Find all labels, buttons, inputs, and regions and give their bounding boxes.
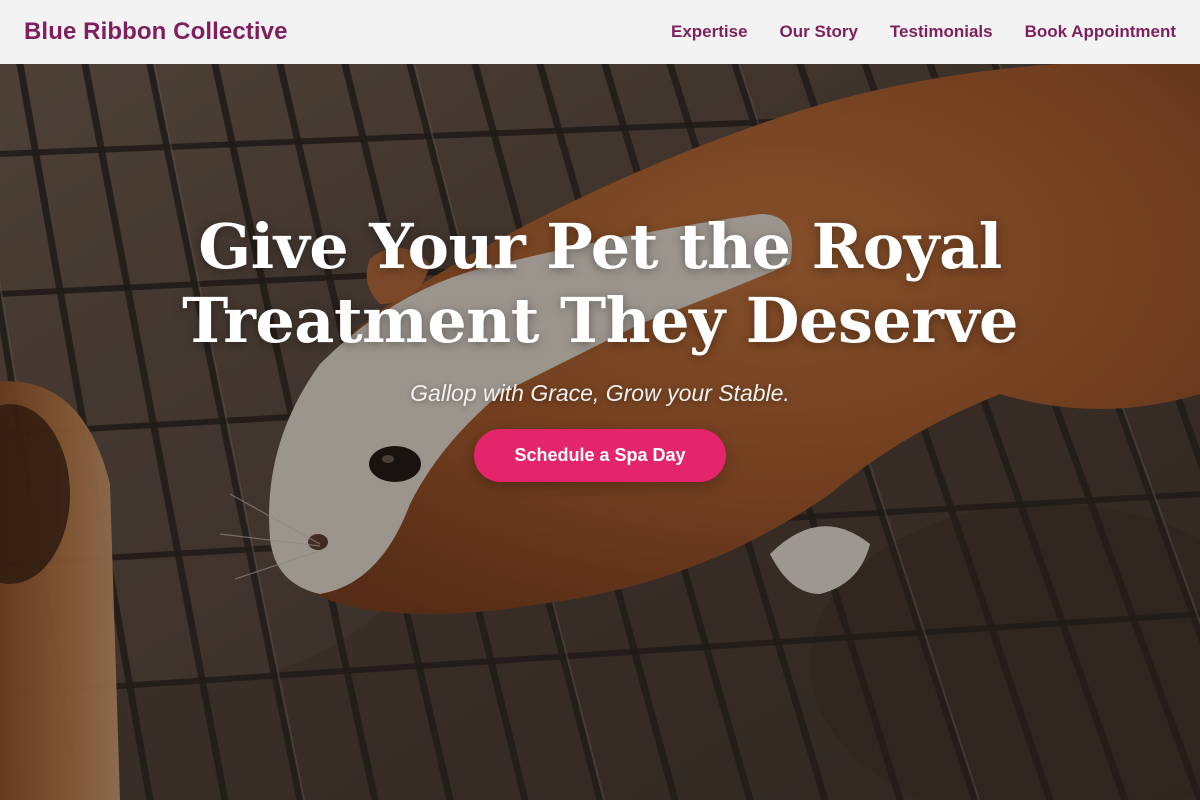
hero-title: Give Your Pet the Royal Treatment They D…: [0, 210, 1200, 358]
page: Blue Ribbon Collective Expertise Our Sto…: [0, 0, 1200, 800]
hero-title-line-2: Treatment They Deserve: [182, 284, 1018, 357]
hero-title-line-1: Give Your Pet the Royal: [198, 210, 1002, 283]
hero-tagline: Gallop with Grace, Grow your Stable.: [410, 380, 790, 406]
hero-content: Give Your Pet the Royal Treatment They D…: [0, 210, 1200, 482]
nav-link-expertise[interactable]: Expertise: [671, 22, 748, 42]
nav-link-testimonials[interactable]: Testimonials: [890, 22, 993, 42]
nav-link-our-story[interactable]: Our Story: [780, 22, 858, 42]
site-header: Blue Ribbon Collective Expertise Our Sto…: [0, 0, 1200, 64]
brand-logo-link[interactable]: Blue Ribbon Collective: [24, 18, 288, 46]
main-nav: Expertise Our Story Testimonials Book Ap…: [671, 22, 1176, 42]
schedule-spa-day-button[interactable]: Schedule a Spa Day: [474, 429, 726, 482]
nav-link-book-appointment[interactable]: Book Appointment: [1025, 22, 1176, 42]
